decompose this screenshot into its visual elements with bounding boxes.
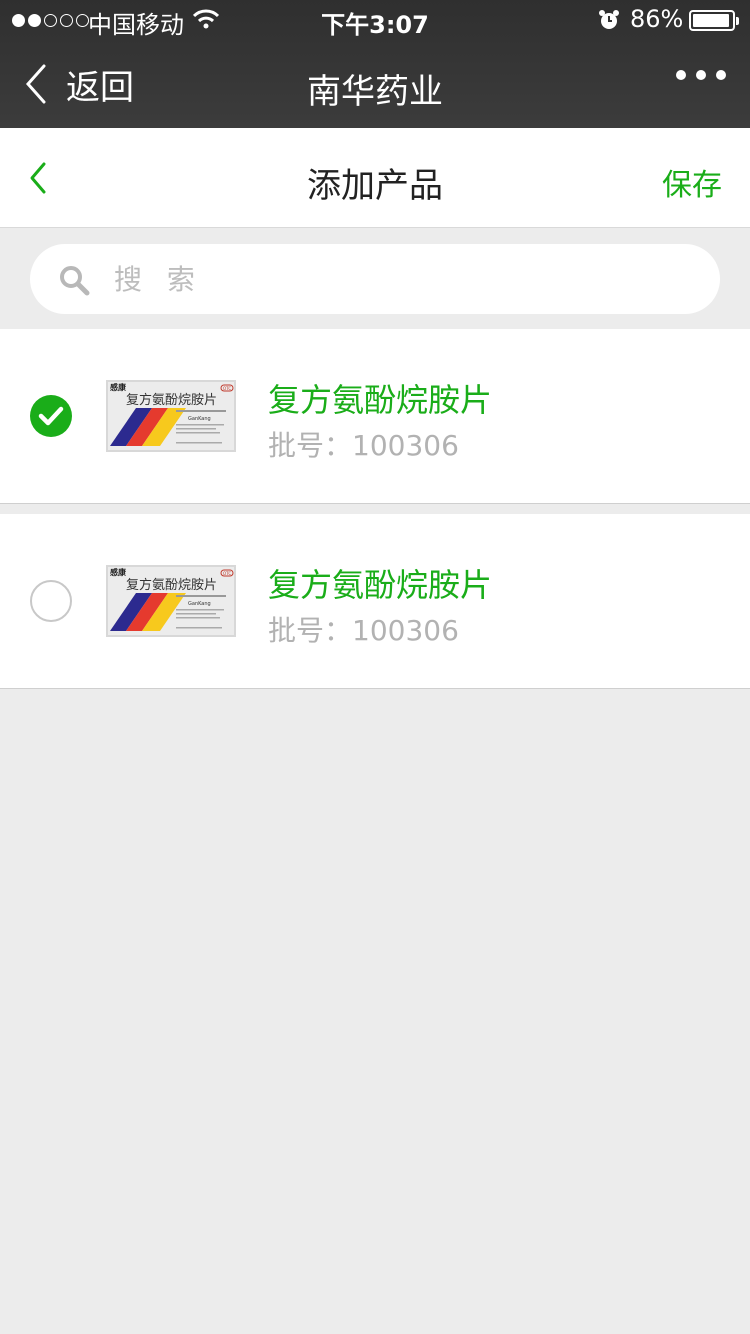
package-otc-badge: OTC xyxy=(223,571,231,576)
search-bar[interactable] xyxy=(30,244,720,314)
page-title: 添加产品 xyxy=(307,166,443,206)
check-circle-icon[interactable] xyxy=(30,395,72,437)
more-dots-icon[interactable] xyxy=(676,70,726,80)
top-bar: 中国移动 下午3:07 86% 返回 南华药业 xyxy=(0,0,750,128)
save-button[interactable]: 保存 xyxy=(662,160,722,204)
product-thumbnail: 感康 复方氨酚烷胺片 OTC GanKang xyxy=(106,380,236,452)
status-bar: 中国移动 下午3:07 86% xyxy=(0,0,750,40)
page-header: 添加产品 保存 xyxy=(0,128,750,228)
battery-icon xyxy=(689,10,739,31)
package-drug-name: 复方氨酚烷胺片 xyxy=(126,577,217,593)
product-name: 复方氨酚烷胺片 xyxy=(268,381,493,419)
package-brand: 感康 xyxy=(110,382,127,392)
chevron-left-icon xyxy=(25,64,46,104)
product-thumbnail: 感康 复方氨酚烷胺片 OTC GanKang xyxy=(106,565,236,637)
package-romanized-name: GanKang xyxy=(188,601,211,607)
product-batch: 批号：100306 xyxy=(268,614,459,647)
alarm-icon xyxy=(599,10,619,29)
product-list-item[interactable]: 感康 复方氨酚烷胺片 OTC GanKang 复方氨酚烷胺片 批号：100306 xyxy=(0,329,750,504)
back-chevron-icon[interactable] xyxy=(22,158,58,198)
product-batch: 批号：100306 xyxy=(268,429,459,462)
empty-circle-icon[interactable] xyxy=(30,580,72,622)
product-list-item[interactable]: 感康 复方氨酚烷胺片 OTC GanKang 复方氨酚烷胺片 批号：100306 xyxy=(0,514,750,689)
battery-percent: 86% xyxy=(630,5,684,33)
nav-back-button[interactable]: 返回 xyxy=(24,40,134,128)
package-romanized-name: GanKang xyxy=(188,416,211,422)
search-section xyxy=(0,229,750,329)
search-icon xyxy=(60,266,90,296)
search-input[interactable] xyxy=(114,244,694,314)
package-otc-badge: OTC xyxy=(223,386,231,391)
package-brand: 感康 xyxy=(110,567,127,577)
product-name: 复方氨酚烷胺片 xyxy=(268,566,493,604)
nav-back-label: 返回 xyxy=(66,67,134,108)
package-drug-name: 复方氨酚烷胺片 xyxy=(126,392,217,408)
nav-bar: 返回 南华药业 xyxy=(0,40,750,128)
